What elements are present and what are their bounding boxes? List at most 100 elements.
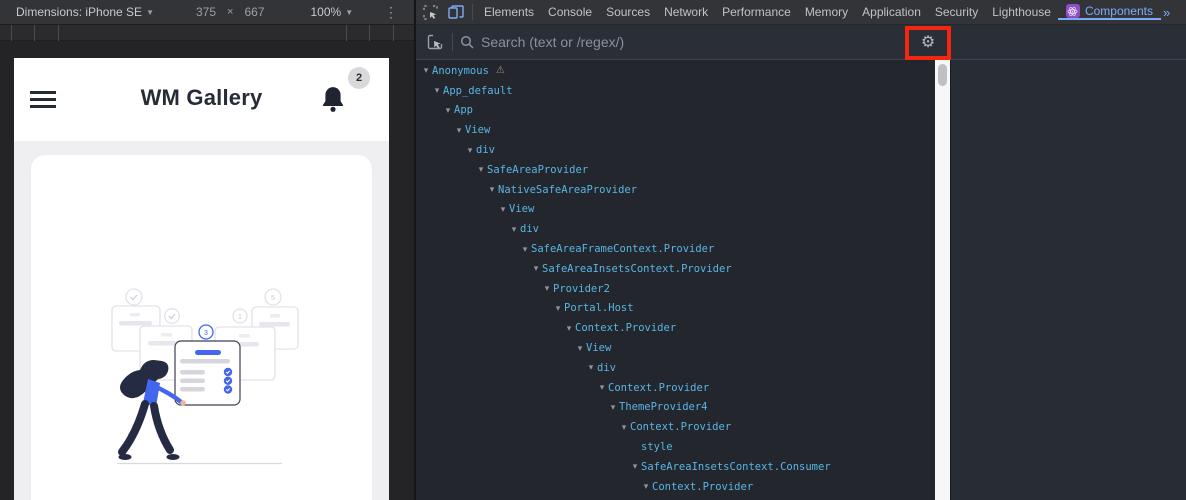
more-options-button[interactable]: ⋮ (384, 4, 398, 21)
component-name: NativeSafeAreaProvider (498, 183, 638, 196)
expand-caret-icon[interactable]: ▾ (519, 244, 531, 255)
empty-state-illustration: 5 1 3 (110, 288, 299, 465)
tree-node-view[interactable]: ▾ View (416, 338, 935, 358)
tree-node-div[interactable]: ▾ div (416, 219, 935, 239)
component-name: div (520, 223, 539, 236)
component-details-pane (950, 60, 1186, 500)
expand-caret-icon[interactable]: ▾ (618, 422, 630, 433)
expand-caret-icon[interactable]: ▾ (596, 382, 608, 393)
expand-caret-icon[interactable]: ▾ (541, 283, 553, 294)
tab-overflow-chevron[interactable]: » (1163, 5, 1170, 20)
component-name: ThemeProvider4 (619, 401, 708, 414)
zoom-select[interactable]: 100% ▼ (311, 5, 354, 19)
ruler-tick (369, 25, 370, 41)
ruler-tick (11, 25, 12, 41)
tree-node-context-provider[interactable]: ▾ Context.Provider (416, 318, 935, 338)
tab-components[interactable]: Components (1057, 4, 1161, 20)
component-name: SafeAreaProvider (487, 163, 589, 176)
tree-node-context-provider[interactable]: ▾ Context.Provider (416, 477, 935, 497)
ruler-tick (58, 25, 59, 41)
tab-console[interactable]: Console (541, 0, 599, 24)
expand-caret-icon[interactable]: ▾ (508, 224, 520, 235)
tab-security[interactable]: Security (928, 0, 985, 24)
expand-caret-icon[interactable]: ▾ (629, 461, 641, 472)
expand-caret-icon[interactable]: ▾ (453, 125, 465, 136)
expand-caret-icon[interactable]: ▾ (431, 85, 443, 96)
tree-node-safeareainsetscontext-provider[interactable]: ▾ SafeAreaInsetsContext.Provider (416, 259, 935, 279)
search-input[interactable] (481, 34, 781, 50)
tab-lighthouse[interactable]: Lighthouse (985, 0, 1058, 24)
tree-node-context-provider[interactable]: ▾ Context.Provider (416, 417, 935, 437)
component-tree: ▾ Anonymous ⚠ ▾ App_default ▾ App ▾ View ▾ div ▾ Saf… (416, 60, 935, 500)
component-name: SafeAreaInsetsContext.Consumer (641, 460, 831, 473)
device-width-field[interactable]: 375 (196, 5, 216, 19)
component-name: style (641, 441, 673, 454)
expand-caret-icon[interactable]: ▾ (552, 303, 564, 314)
expand-caret-icon[interactable]: ▾ (563, 323, 575, 334)
tree-node-view[interactable]: ▾ View (416, 120, 935, 140)
tab-application[interactable]: Application (855, 0, 928, 24)
component-name: View (509, 203, 535, 216)
scrollbar-track[interactable] (935, 60, 950, 500)
device-select[interactable]: Dimensions: iPhone SE (16, 5, 142, 19)
expand-caret-icon[interactable]: ▾ (574, 343, 586, 354)
component-name: Context.Provider (575, 322, 677, 335)
device-emulation-area: Dimensions: iPhone SE ▼ 375 × 667 100% ▼… (0, 0, 414, 500)
tree-node-themeprovider4[interactable]: ▾ ThemeProvider4 (416, 398, 935, 418)
component-name: Portal.Host (564, 302, 634, 315)
tree-node-app[interactable]: ▾ App (416, 101, 935, 121)
tree-node-provider2[interactable]: ▾ Provider2 (416, 279, 935, 299)
tree-node-safeareaprovider[interactable]: ▾ SafeAreaProvider (416, 160, 935, 180)
device-toolbar-toggle-icon[interactable] (444, 0, 468, 24)
expand-caret-icon[interactable]: ▾ (530, 263, 542, 274)
tab-performance[interactable]: Performance (715, 0, 798, 24)
devtools-panel: Elements Console Sources Network Performance… (414, 0, 1186, 500)
gear-icon[interactable]: ⚙ (921, 35, 935, 51)
app-header: WM Gallery 2 (14, 58, 389, 141)
component-name: Context.Provider (608, 381, 710, 394)
expand-caret-icon[interactable]: ▾ (640, 481, 652, 492)
component-name: div (476, 144, 495, 157)
notification-badge: 2 (348, 67, 370, 89)
tree-node-portal-host[interactable]: ▾ Portal.Host (416, 299, 935, 319)
expand-caret-icon[interactable]: ▾ (475, 164, 487, 175)
tab-network[interactable]: Network (657, 0, 715, 24)
component-name: Context.Provider (652, 480, 754, 493)
expand-caret-icon[interactable]: ▾ (420, 65, 432, 76)
expand-caret-icon[interactable]: ▾ (442, 105, 454, 116)
notifications-bell-icon[interactable] (320, 84, 346, 114)
tree-node-anonymous[interactable]: ▾ Anonymous ⚠ (416, 61, 935, 81)
tree-node-div[interactable]: ▾ div (416, 358, 935, 378)
svg-text:3: 3 (204, 330, 208, 337)
expand-caret-icon[interactable]: ▾ (464, 145, 476, 156)
svg-text:5: 5 (271, 295, 275, 302)
component-name: Anonymous (432, 64, 489, 77)
component-picker-icon[interactable] (422, 29, 448, 55)
component-name: View (586, 342, 612, 355)
tree-node-view[interactable]: ▾ View (416, 200, 935, 220)
ruler-tick (346, 25, 347, 41)
tree-node-context-provider[interactable]: ▾ Context.Provider (416, 378, 935, 398)
expand-caret-icon[interactable]: ▾ (486, 184, 498, 195)
tree-node-safeareainsetscontext-consumer[interactable]: ▾ SafeAreaInsetsContext.Consumer (416, 457, 935, 477)
screenshot-root: Dimensions: iPhone SE ▼ 375 × 667 100% ▼… (0, 0, 1186, 500)
tab-elements[interactable]: Elements (477, 0, 541, 24)
chevron-down-icon: ▼ (345, 7, 354, 17)
component-name: App_default (443, 84, 513, 97)
inspect-element-icon[interactable] (418, 0, 442, 24)
tree-node-style[interactable]: style (416, 437, 935, 457)
device-height-field[interactable]: 667 (244, 5, 264, 19)
component-name: Provider2 (553, 282, 610, 295)
expand-caret-icon[interactable]: ▾ (497, 204, 509, 215)
expand-caret-icon[interactable]: ▾ (585, 362, 597, 373)
tree-node-nativesafeareaprovider[interactable]: ▾ NativeSafeAreaProvider (416, 180, 935, 200)
component-name: View (465, 124, 491, 137)
tree-node-safeareaframecontext-provider[interactable]: ▾ SafeAreaFrameContext.Provider (416, 239, 935, 259)
component-name: App (454, 104, 473, 117)
scrollbar-thumb[interactable] (938, 64, 947, 86)
expand-caret-icon[interactable]: ▾ (607, 402, 619, 413)
tab-sources[interactable]: Sources (599, 0, 657, 24)
tree-node-app-default[interactable]: ▾ App_default (416, 81, 935, 101)
tree-node-div[interactable]: ▾ div (416, 140, 935, 160)
tab-memory[interactable]: Memory (798, 0, 855, 24)
